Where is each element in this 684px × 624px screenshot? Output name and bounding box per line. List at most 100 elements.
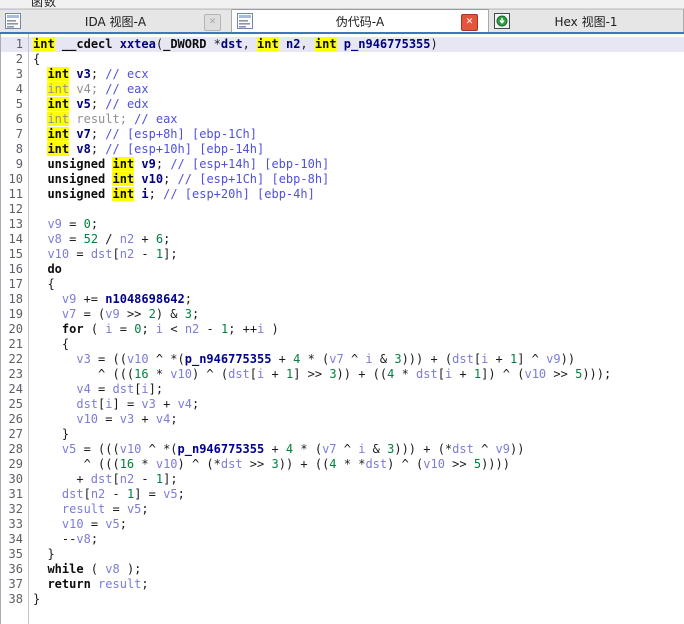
code-token[interactable]: do xyxy=(47,262,61,276)
code-token[interactable]: -- xyxy=(33,532,76,546)
code-line[interactable]: 29 ^ (((16 * v10) ^ (*dst >> 3)) + ((4 *… xyxy=(1,457,684,472)
code-token[interactable] xyxy=(33,187,47,201)
code-token[interactable] xyxy=(33,157,47,171)
code-token[interactable]: int xyxy=(47,142,69,156)
code-token[interactable]: // [esp+1Ch] [ebp-8h] xyxy=(178,172,330,186)
code-token[interactable]: v8 xyxy=(105,562,119,576)
code-token[interactable]: v10 xyxy=(62,517,84,531)
code-token[interactable]: dst xyxy=(452,352,474,366)
code-token[interactable] xyxy=(33,262,47,276)
code-token[interactable]: unsigned xyxy=(47,187,105,201)
code-token[interactable]: ; xyxy=(141,502,148,516)
code-token[interactable]: { xyxy=(33,337,69,351)
code-token[interactable]: [ xyxy=(250,367,257,381)
code-token[interactable]: n2 xyxy=(120,247,134,261)
code-token[interactable] xyxy=(33,172,47,186)
code-token[interactable]: n2 xyxy=(120,232,134,246)
code-token[interactable]: // eax xyxy=(105,82,148,96)
code-token[interactable]: dst xyxy=(62,487,84,501)
code-line[interactable]: 10 unsigned int v10; // [esp+1Ch] [ebp-8… xyxy=(1,172,684,187)
code-token[interactable]: ^ ((( xyxy=(33,367,134,381)
code-token[interactable]: dst xyxy=(91,247,113,261)
code-token[interactable]: v5 xyxy=(76,97,90,111)
code-token[interactable]: v7 xyxy=(322,442,336,456)
code-token[interactable] xyxy=(33,97,47,111)
code-token[interactable]: + xyxy=(488,352,510,366)
code-token[interactable]: ) xyxy=(431,37,438,51)
code-token[interactable]: p_n946775355 xyxy=(178,442,265,456)
code-token[interactable]: - xyxy=(134,247,156,261)
code-token[interactable]: i xyxy=(141,187,148,201)
code-token[interactable]: dst xyxy=(221,457,243,471)
code-token[interactable]: ; xyxy=(91,142,105,156)
code-token[interactable]: v5 xyxy=(105,517,119,531)
code-token[interactable]: * ( xyxy=(293,442,322,456)
code-token[interactable]: dst xyxy=(416,367,438,381)
code-token[interactable]: = xyxy=(91,382,113,396)
code-line[interactable]: 36 while ( v8 ); xyxy=(1,562,684,577)
code-token[interactable]: [ xyxy=(438,367,445,381)
code-line[interactable]: 13 v9 = 0; xyxy=(1,217,684,232)
code-token[interactable]: // [esp+14h] [ebp-10h] xyxy=(170,157,329,171)
code-token[interactable]: i xyxy=(141,382,148,396)
code-token[interactable]: ; xyxy=(185,292,192,306)
code-token[interactable] xyxy=(33,127,47,141)
code-token[interactable]: v10 xyxy=(141,172,163,186)
code-token[interactable]: 52 xyxy=(84,232,98,246)
code-token[interactable]: & xyxy=(365,442,387,456)
code-token[interactable]: ))) + (* xyxy=(394,442,452,456)
code-token[interactable]: ; ++ xyxy=(228,322,257,336)
code-token[interactable] xyxy=(33,442,62,456)
code-token[interactable]: v4; xyxy=(69,82,105,96)
code-token[interactable]: + xyxy=(134,412,156,426)
code-token[interactable] xyxy=(33,397,76,411)
code-line[interactable]: 5 int v5; // edx xyxy=(1,97,684,112)
code-token[interactable] xyxy=(279,37,286,51)
code-token[interactable]: ) ^ ( xyxy=(387,457,423,471)
code-token[interactable]: ; xyxy=(141,577,148,591)
code-token[interactable]: * xyxy=(394,367,416,381)
code-token[interactable]: i xyxy=(105,322,112,336)
code-token[interactable]: int xyxy=(33,37,55,51)
code-line[interactable]: 6 int result; // eax xyxy=(1,112,684,127)
code-token[interactable]: [ xyxy=(113,247,120,261)
code-token[interactable]: = xyxy=(105,502,127,516)
code-token[interactable] xyxy=(33,382,76,396)
code-token[interactable]: + xyxy=(452,367,474,381)
code-token[interactable]: = xyxy=(84,517,106,531)
code-token[interactable]: int xyxy=(257,37,279,51)
code-line[interactable]: 17 { xyxy=(1,277,684,292)
code-token[interactable]: int xyxy=(112,187,134,201)
code-line[interactable]: 3 int v3; // ecx xyxy=(1,67,684,82)
code-token[interactable]: ) ^ (* xyxy=(178,457,221,471)
code-token[interactable] xyxy=(33,247,47,261)
code-token[interactable]: = xyxy=(62,232,84,246)
code-token[interactable] xyxy=(91,577,98,591)
code-token[interactable]: - xyxy=(199,322,221,336)
code-token[interactable]: , xyxy=(300,37,314,51)
code-token[interactable]: 4 xyxy=(329,457,336,471)
code-token[interactable]: { xyxy=(33,277,55,291)
code-token[interactable]: dst xyxy=(228,367,250,381)
code-token[interactable]: v7 xyxy=(76,127,90,141)
code-token[interactable]: ^ *( xyxy=(141,442,177,456)
code-token[interactable]: dst xyxy=(452,442,474,456)
code-line[interactable]: 32 result = v5; xyxy=(1,502,684,517)
code-token[interactable]: v10 xyxy=(76,412,98,426)
code-token[interactable]: v10 xyxy=(47,247,69,261)
code-token[interactable]: } xyxy=(33,547,55,561)
code-token[interactable]: = xyxy=(98,412,120,426)
code-token[interactable]: + xyxy=(156,397,178,411)
code-token[interactable]: v9 xyxy=(546,352,560,366)
code-token[interactable]: v3 xyxy=(76,352,90,366)
code-token[interactable]: int xyxy=(47,97,69,111)
code-token[interactable] xyxy=(33,292,62,306)
code-token[interactable]: v10 xyxy=(156,457,178,471)
code-token[interactable]: & xyxy=(373,352,395,366)
code-token[interactable]: dst xyxy=(221,37,243,51)
code-token[interactable]: n2 xyxy=(286,37,300,51)
code-token[interactable]: // eax xyxy=(134,112,177,126)
code-token[interactable]: )) xyxy=(510,442,524,456)
code-token[interactable]: v9 xyxy=(62,292,76,306)
code-token[interactable]: p_n946775355 xyxy=(344,37,431,51)
